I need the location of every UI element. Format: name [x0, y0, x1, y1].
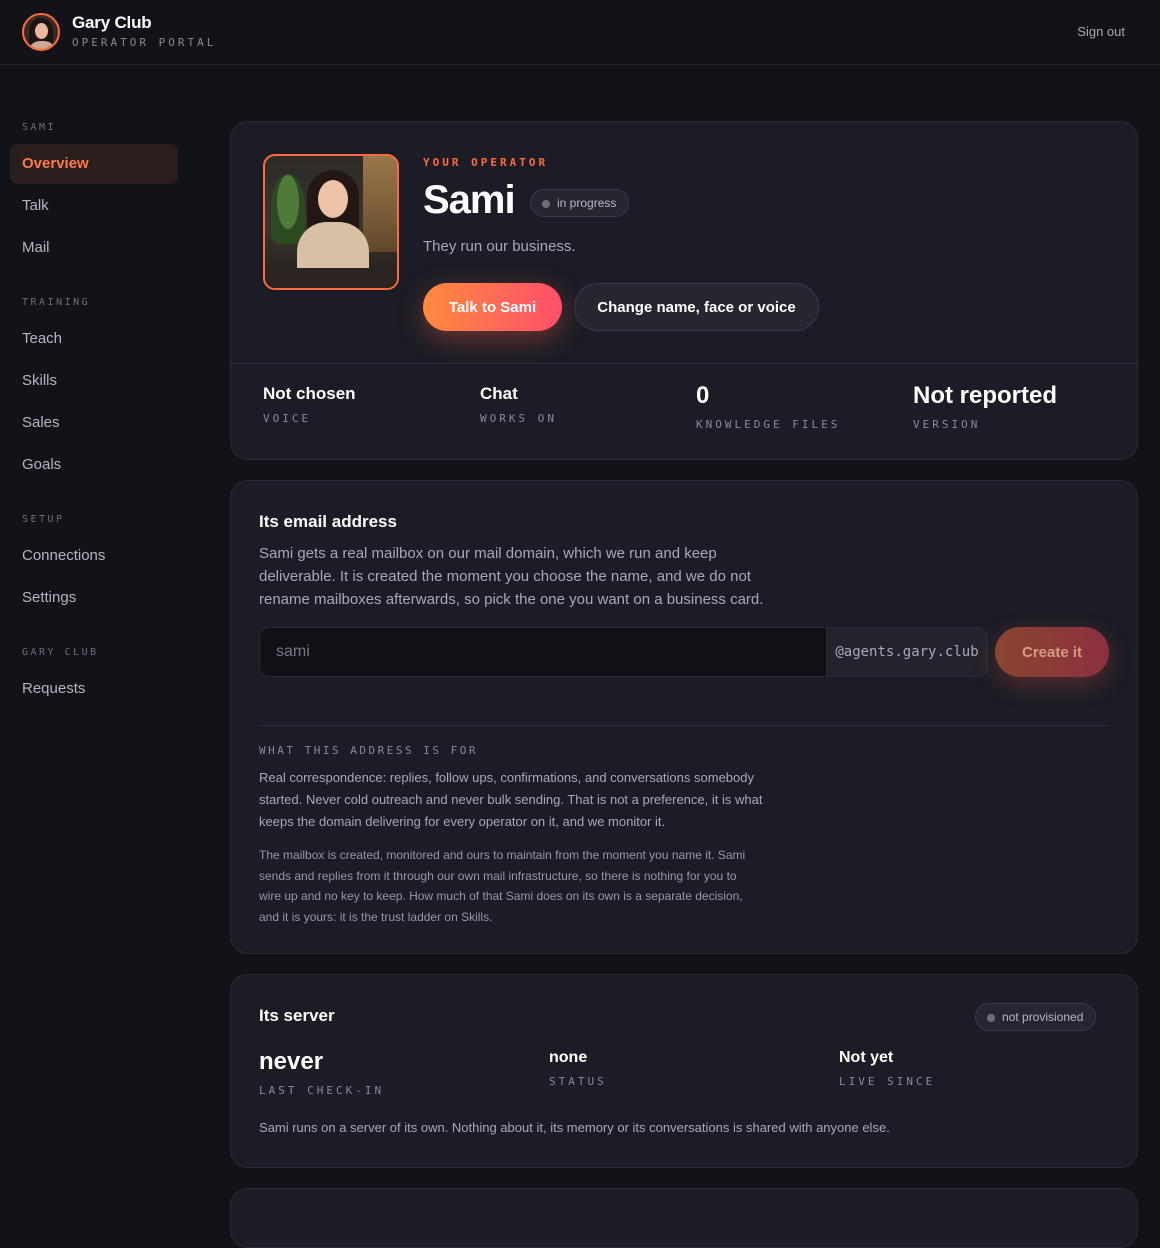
stat-works-on-label: WORKS ON [480, 412, 557, 425]
stat-works-on-value: Chat [480, 384, 518, 403]
status-dot-icon [542, 200, 550, 208]
operator-hero-card: YOUR OPERATOR Sami in progress They run … [230, 121, 1138, 460]
server-stat-last-check-in-value: never [259, 1048, 324, 1075]
stat-version-label: VERSION [913, 418, 981, 431]
server-stat-status-label: STATUS [549, 1075, 607, 1088]
status-badge: in progress [530, 189, 630, 217]
server-stat-live-since-value: Not yet [839, 1049, 894, 1066]
brand-subtitle: OPERATOR PORTAL [72, 36, 217, 49]
sign-out-link[interactable]: Sign out [1077, 24, 1125, 39]
status-badge-label: in progress [557, 196, 617, 210]
top-bar: Gary Club OPERATOR PORTAL Sign out [0, 0, 1160, 65]
stat-knowledge-files: 0 KNOWLEDGE FILES [696, 382, 841, 431]
server-stat-last-check-in-label: LAST CHECK-IN [259, 1084, 385, 1097]
sidebar-item-teach[interactable]: Teach [10, 319, 178, 359]
operator-name: Sami [423, 178, 516, 222]
sidebar-item-sales[interactable]: Sales [10, 403, 178, 443]
stat-version: Not reported VERSION [913, 382, 1057, 431]
mailbox-name-input[interactable] [259, 627, 827, 677]
stat-works-on: Chat WORKS ON [480, 384, 557, 425]
sidebar-item-settings[interactable]: Settings [10, 578, 178, 618]
hero-divider [231, 363, 1137, 364]
server-card: Its server not provisioned never LAST CH… [230, 974, 1138, 1168]
server-stat-status: none STATUS [549, 1049, 607, 1088]
sidebar-item-connections[interactable]: Connections [10, 536, 178, 576]
brand-avatar[interactable] [22, 13, 60, 51]
operator-tagline: They run our business. [423, 238, 576, 255]
sidebar-item-goals[interactable]: Goals [10, 445, 178, 485]
nav-section-sami: SAMI [22, 122, 57, 133]
sidebar-item-requests[interactable]: Requests [10, 669, 178, 709]
stat-knowledge-files-value: 0 [696, 382, 710, 409]
server-card-title: Its server [259, 1006, 335, 1025]
email-divider [259, 725, 1109, 726]
server-status-badge-label: not provisioned [1002, 1010, 1084, 1024]
stat-version-value: Not reported [913, 382, 1057, 409]
email-ownership-text: The mailbox is created, monitored and ou… [259, 848, 746, 924]
nav-section-setup: SETUP [22, 514, 65, 525]
email-address-card: Its email address Sami gets a real mailb… [230, 480, 1138, 954]
sidebar-item-talk[interactable]: Talk [10, 186, 178, 226]
nav-section-gary-club: GARY CLUB [22, 647, 99, 658]
email-domain-suffix: @agents.gary.club [826, 627, 988, 677]
email-purpose-heading: WHAT THIS ADDRESS IS FOR [259, 744, 478, 757]
talk-button[interactable]: Talk to Sami [423, 283, 562, 331]
server-stat-status-value: none [549, 1049, 588, 1066]
create-mailbox-button[interactable]: Create it [995, 627, 1109, 677]
server-note: Sami runs on a server of its own. Nothin… [259, 1120, 890, 1135]
server-stat-live-since: Not yet LIVE SINCE [839, 1049, 935, 1088]
sidebar-item-overview[interactable]: Overview [10, 144, 178, 184]
server-status-badge: not provisioned [975, 1003, 1097, 1031]
sidebar-item-mail[interactable]: Mail [10, 228, 178, 268]
server-status-dot-icon [987, 1014, 995, 1022]
brand-name[interactable]: Gary Club [72, 13, 152, 33]
email-card-title: Its email address [259, 512, 397, 531]
email-description: Sami gets a real mailbox on our mail dom… [259, 545, 764, 608]
stat-knowledge-files-label: KNOWLEDGE FILES [696, 418, 841, 431]
sidebar-item-skills[interactable]: Skills [10, 361, 178, 401]
server-stat-last-check-in: never LAST CHECK-IN [259, 1048, 384, 1097]
email-purpose-text: Real correspondence: replies, follow ups… [259, 770, 763, 829]
stat-voice-value: Not chosen [263, 384, 356, 403]
nav-section-training: TRAINING [22, 297, 91, 308]
stat-voice: Not chosen VOICE [263, 384, 356, 425]
next-card [230, 1188, 1138, 1248]
customize-button[interactable]: Change name, face or voice [574, 283, 819, 331]
operator-portrait [263, 154, 399, 290]
server-stat-live-since-label: LIVE SINCE [839, 1075, 936, 1088]
stat-voice-label: VOICE [263, 412, 312, 425]
hero-eyebrow: YOUR OPERATOR [423, 156, 549, 169]
